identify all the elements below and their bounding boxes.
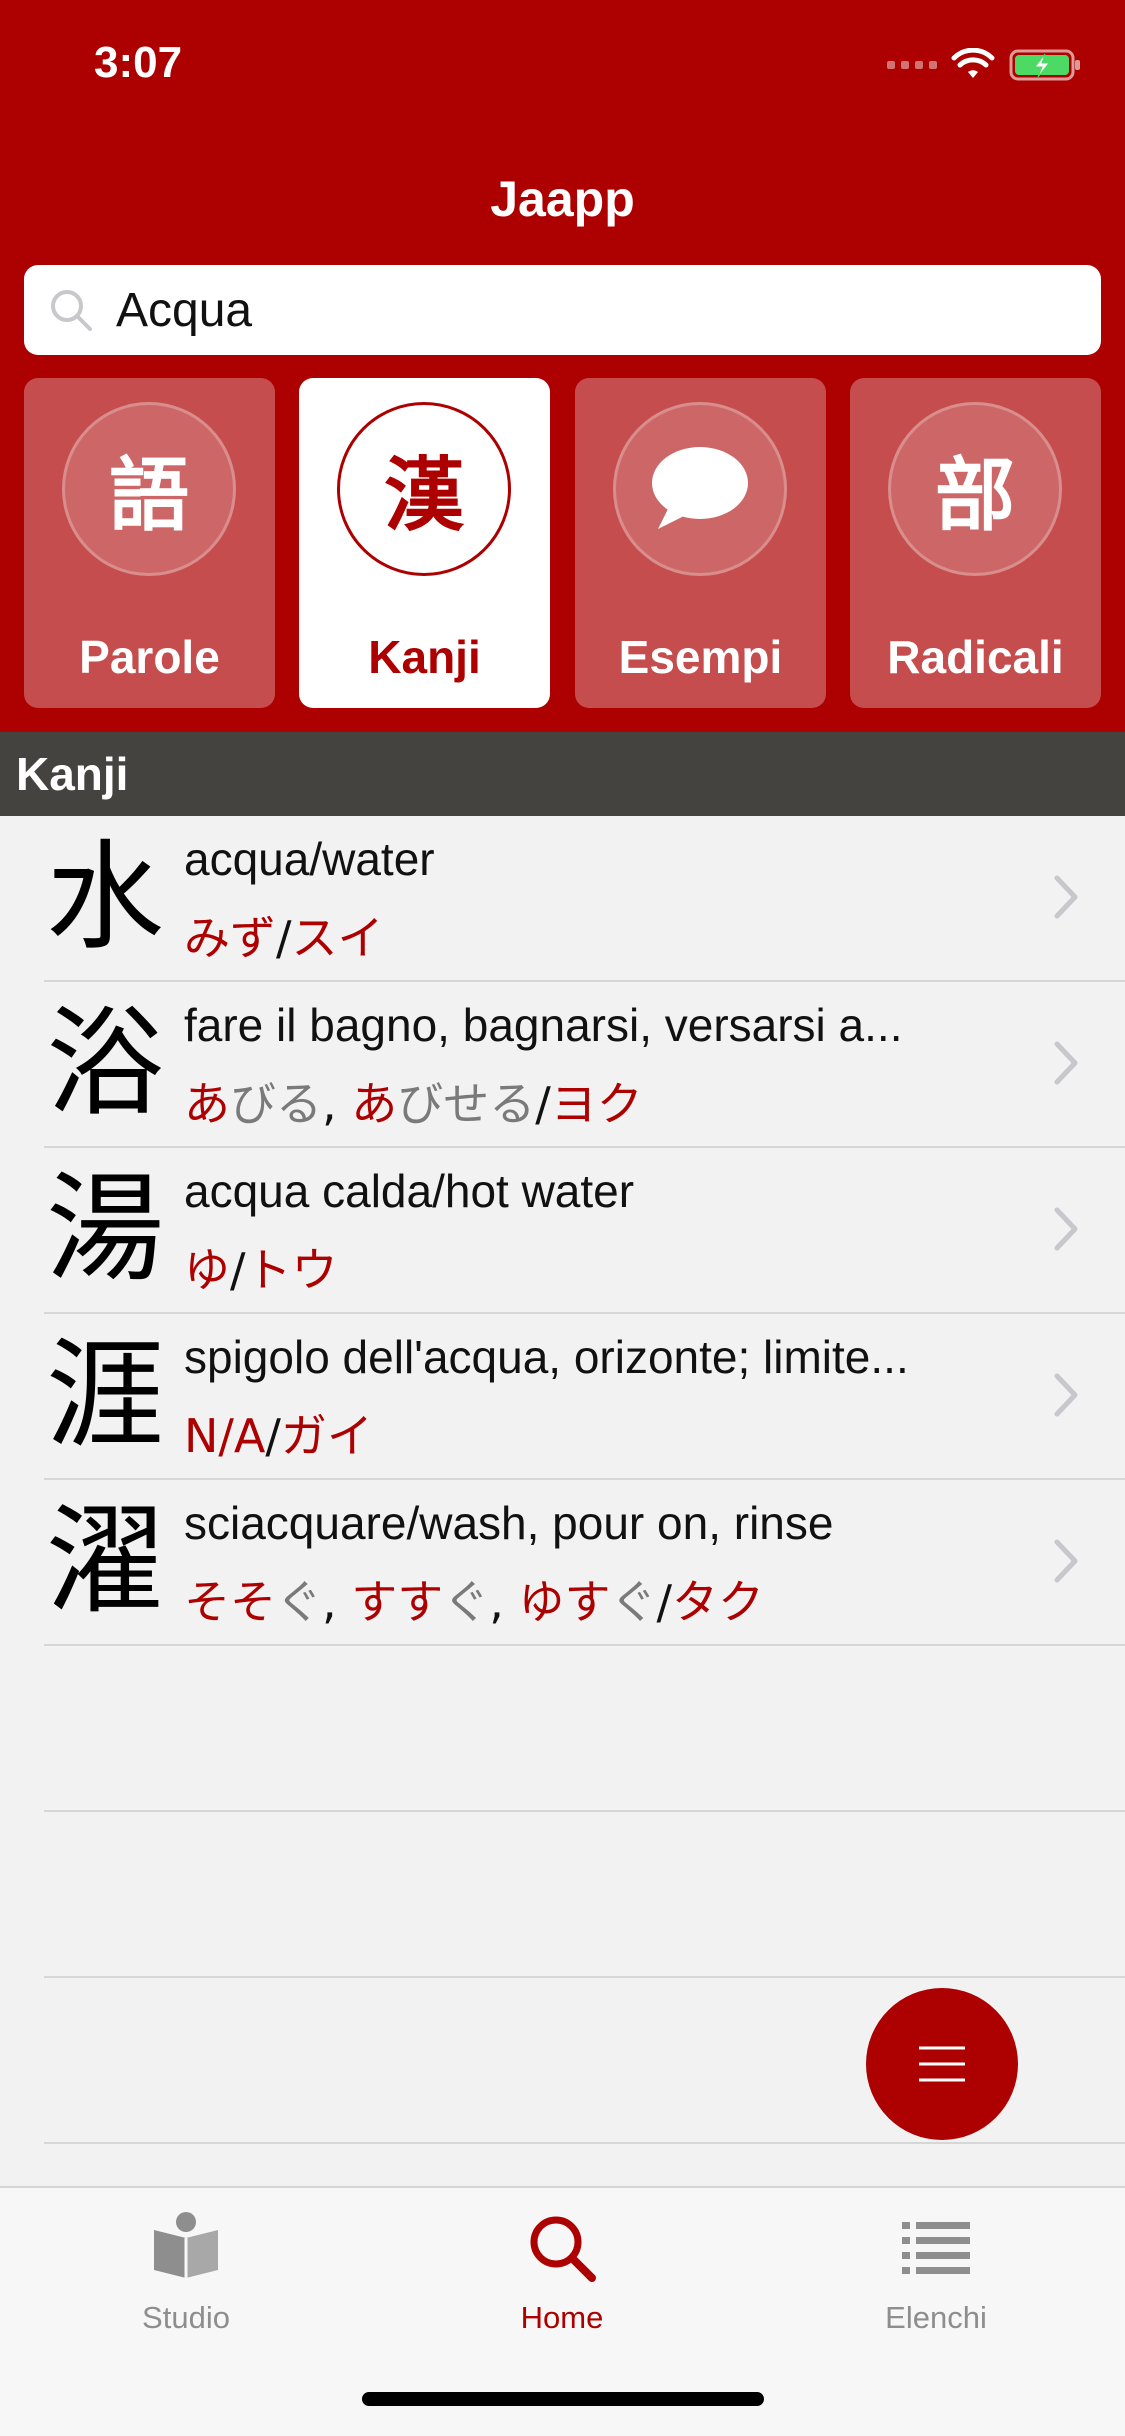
- chevron-right-icon: [1054, 875, 1078, 919]
- cellular-signal-icon: [887, 61, 937, 69]
- search-icon: [530, 2216, 596, 2282]
- kun-reading-part: ぐ: [443, 1575, 490, 1629]
- tab-label: Studio: [142, 2300, 230, 2335]
- on-reading: スイ: [291, 911, 384, 965]
- kun-reading-part: びせる: [397, 1077, 536, 1131]
- kanji-row[interactable]: 濯 sciacquare/wash, pour on, rinse そそぐ, すすぐ…: [0, 1480, 1125, 1646]
- home-indicator: [362, 2392, 764, 2406]
- chevron-right-icon: [1054, 1373, 1078, 1417]
- chevron-right-icon: [1054, 1041, 1078, 1085]
- category-label: Parole: [79, 631, 220, 683]
- kun-reading-part: ,: [322, 1575, 352, 1629]
- on-reading: タク: [672, 1575, 764, 1629]
- book-reader-icon: [154, 2212, 218, 2278]
- kanji-meaning: sciacquare/wash, pour on, rinse: [184, 1497, 834, 1549]
- chevron-right-icon: [1054, 1539, 1078, 1583]
- tab-label: Home: [520, 2300, 604, 2335]
- menu-fab-button[interactable]: [866, 1988, 1018, 2140]
- category-selector: 語 Parole 漢 Kanji Esempi 部 Radicali: [24, 378, 1101, 708]
- kanji-character: 浴: [45, 994, 164, 1132]
- kanji-reading: N/A/ガイ: [184, 1400, 373, 1466]
- kanji-reading: みず/スイ: [184, 902, 384, 968]
- kun-reading-part: ,: [322, 1077, 352, 1131]
- kun-reading-part: ぐ: [276, 1575, 322, 1629]
- kanji-row[interactable]: 水 acqua/water みず/スイ: [0, 816, 1125, 982]
- search-input[interactable]: [116, 265, 1076, 355]
- tab-studio[interactable]: Studio: [86, 2208, 286, 2336]
- wifi-icon: [951, 48, 995, 78]
- list-icon: [902, 2222, 970, 2274]
- kanji-meaning: spigolo dell'acqua, orizonte; limite...: [184, 1331, 909, 1383]
- empty-list-row: [0, 1646, 1125, 1812]
- kanji-row[interactable]: 浴 fare il bagno, bagnarsi, versarsi a... あ…: [0, 982, 1125, 1148]
- header: 3:07 Jaapp 語 Parole 漢 Kanj: [0, 0, 1125, 732]
- reading-separator: /: [265, 1409, 281, 1463]
- empty-list-row: [0, 1812, 1125, 1978]
- chevron-right-icon: [1054, 1207, 1078, 1251]
- kanji-meaning: acqua calda/hot water: [184, 1165, 635, 1217]
- kun-reading-part: あ: [351, 1077, 398, 1131]
- kun-reading-part: すす: [351, 1575, 444, 1629]
- kanji-list: 水 acqua/water みず/スイ浴 fare il bagno, bagnars…: [0, 816, 1125, 2144]
- kanji-row[interactable]: 湯 acqua calda/hot water ゆ/トウ: [0, 1148, 1125, 1314]
- kun-reading-part: あ: [184, 1077, 230, 1131]
- tab-home[interactable]: Home: [462, 2208, 662, 2336]
- on-reading: ガイ: [280, 1409, 373, 1463]
- search-bar[interactable]: [24, 265, 1101, 355]
- kanji-reading: ゆ/トウ: [184, 1234, 338, 1300]
- status-icons: [887, 48, 1083, 82]
- category-label: Radicali: [887, 631, 1064, 683]
- speech-bubble-icon: [613, 402, 787, 576]
- kanji-character: 涯: [45, 1326, 164, 1464]
- kanji-character: 濯: [45, 1492, 164, 1630]
- kanji-row[interactable]: 涯 spigolo dell'acqua, orizonte; limite...…: [0, 1314, 1125, 1480]
- tab-elenchi[interactable]: Elenchi: [836, 2208, 1036, 2336]
- category-esempi[interactable]: Esempi: [575, 378, 826, 708]
- search-icon: [51, 290, 92, 331]
- reading-separator: /: [230, 1243, 246, 1297]
- on-reading: ヨク: [550, 1077, 643, 1131]
- category-parole[interactable]: 語 Parole: [24, 378, 275, 708]
- kun-reading-part: みず: [184, 911, 276, 965]
- kanji-meaning: fare il bagno, bagnarsi, versarsi a...: [184, 999, 903, 1051]
- status-time: 3:07: [94, 38, 183, 87]
- app-title: Jaapp: [490, 171, 635, 227]
- reading-separator: /: [656, 1575, 673, 1629]
- menu-icon: [919, 2046, 965, 2082]
- kun-reading-part: ,: [489, 1575, 519, 1629]
- kun-reading-part: ゆ: [184, 1243, 230, 1297]
- kanji-character: 湯: [45, 1160, 164, 1298]
- kanji-reading: あびる, あびせる/ヨク: [184, 1068, 643, 1134]
- radicali-icon: 部: [888, 402, 1062, 576]
- parole-icon: 語: [62, 402, 236, 576]
- section-header: Kanji: [0, 732, 1125, 816]
- category-kanji[interactable]: 漢 Kanji: [299, 378, 550, 708]
- kun-reading-part: ゆす: [518, 1575, 611, 1629]
- kanji-character: 水: [45, 828, 164, 966]
- kun-reading-part: N/A: [184, 1409, 266, 1463]
- reading-separator: /: [276, 911, 292, 965]
- category-label: Esempi: [618, 631, 783, 683]
- reading-separator: /: [535, 1077, 551, 1131]
- category-radicali[interactable]: 部 Radicali: [850, 378, 1101, 708]
- kun-reading-part: ぐ: [610, 1575, 657, 1629]
- tab-label: Elenchi: [885, 2300, 987, 2335]
- on-reading: トウ: [245, 1243, 338, 1297]
- kanji-meaning: acqua/water: [184, 833, 435, 885]
- kanji-reading: そそぐ, すすぐ, ゆすぐ/タク: [184, 1566, 764, 1632]
- kanji-icon: 漢: [337, 402, 511, 576]
- kun-reading-part: そそ: [184, 1575, 276, 1629]
- kun-reading-part: びる: [230, 1077, 322, 1131]
- category-label: Kanji: [368, 631, 481, 683]
- battery-charging-icon: [1009, 49, 1080, 81]
